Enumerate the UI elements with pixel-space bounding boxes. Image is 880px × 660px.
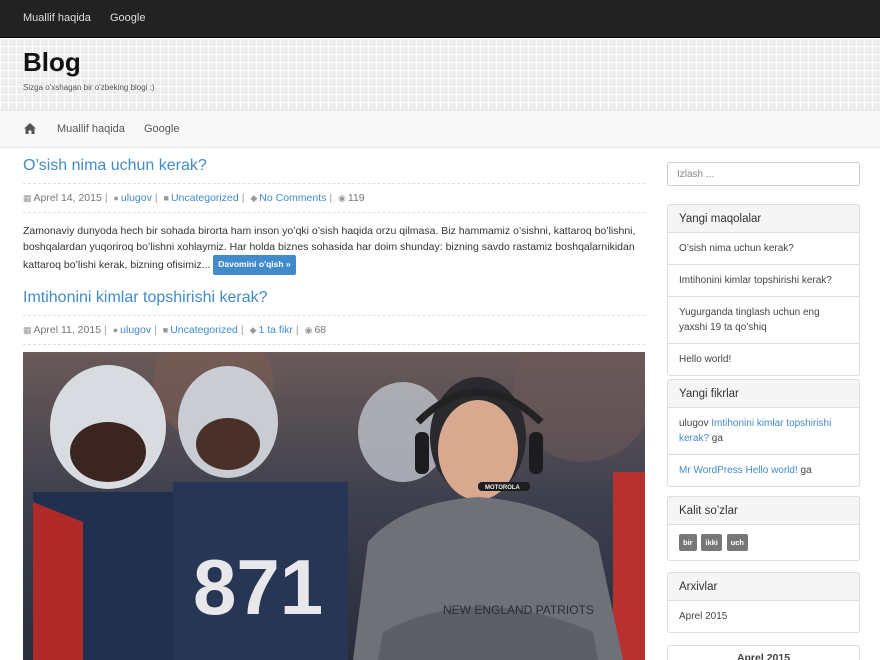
eye-icon: ◉	[338, 193, 346, 203]
post-author-link[interactable]: ulugov	[120, 324, 151, 336]
post-date: Aprel 14, 2015	[33, 192, 102, 204]
comment-suffix: ga	[711, 433, 723, 444]
user-icon: ●	[112, 325, 119, 335]
widget-title: Yangi maqolalar	[668, 205, 859, 233]
comment-post-link[interactable]: Hello world!	[746, 465, 798, 476]
topnav-link-author[interactable]: Muallif haqida	[23, 12, 91, 24]
svg-text:NEW ENGLAND PATRIOTS: NEW ENGLAND PATRIOTS	[443, 603, 594, 617]
post-views: 68	[314, 324, 327, 336]
archives-widget: Arxivlar Aprel 2015	[667, 572, 860, 633]
calendar-month: Aprel 2015	[736, 652, 791, 660]
home-icon[interactable]	[24, 123, 36, 134]
tag-link[interactable]: bir	[679, 534, 697, 551]
recent-post-link[interactable]: O’sish nima uchun kerak?	[679, 243, 794, 254]
calendar-icon: ▦	[23, 325, 32, 335]
post-title[interactable]: Imtihonini kimlar topshirishi kerak?	[23, 289, 268, 307]
post-author-link[interactable]: ulugov	[121, 192, 152, 204]
post-excerpt: Zamonaviy dunyoda hech bir sohada birort…	[23, 224, 648, 275]
widget-title: Arxivlar	[668, 573, 859, 601]
post-meta: ▦ Aprel 11, 2015 | ● ulugov | ■ Uncategorized…	[23, 315, 645, 345]
comment-suffix: ga	[800, 465, 812, 476]
post-meta: ▦ Aprel 14, 2015 | ● ulugov | ■ Uncategorized…	[23, 183, 645, 213]
post-date: Aprel 11, 2015	[33, 324, 102, 336]
tag-link[interactable]: uch	[726, 534, 749, 551]
comment-icon: ◆	[249, 325, 257, 335]
top-navbar: Muallif haqida Google	[0, 0, 880, 38]
comment-item: Mr WordPress Hello world! ga	[668, 455, 859, 486]
topnav-link-google[interactable]: Google	[110, 12, 145, 24]
post-views: 119	[347, 192, 365, 204]
post-comments-link[interactable]: 1 ta fikr	[258, 324, 292, 336]
tags-widget: Kalit so’zlar bir ikki uch	[667, 496, 860, 561]
main-navbar: Muallif haqida Google	[0, 110, 880, 148]
user-icon: ●	[113, 193, 119, 203]
calendar-icon: ▦	[23, 193, 32, 203]
site-header: Blog Sizga o'xshagan bir o'zbeking blogi…	[0, 38, 880, 110]
comment-author: ulugov	[679, 418, 709, 429]
mainnav-link-google[interactable]: Google	[144, 123, 179, 135]
folder-icon: ■	[163, 193, 169, 203]
recent-post-link[interactable]: Imtihonini kimlar topshirishi kerak?	[679, 275, 832, 286]
archive-link[interactable]: Aprel 2015	[679, 611, 727, 622]
comment-item: ulugov Imtihonini kimlar topshirishi ker…	[668, 408, 859, 455]
post-comments-link[interactable]: No Comments	[259, 192, 326, 204]
site-title[interactable]: Blog	[23, 47, 81, 78]
recent-post-link[interactable]: Yugurganda tinglash uchun eng yaxshi 19 …	[679, 307, 820, 333]
comment-author-link[interactable]: Mr WordPress	[679, 465, 743, 476]
post-excerpt-text: Zamonaviy dunyoda hech bir sohada birort…	[23, 225, 636, 271]
post-title[interactable]: O’sish nima uchun kerak?	[23, 157, 207, 175]
post-featured-image[interactable]: 871 MOTOROLA NEW ENGLAND PATRIOTS	[23, 352, 645, 660]
post-category-link[interactable]: Uncategorized	[170, 324, 238, 336]
widget-title: Kalit so’zlar	[668, 497, 859, 525]
read-more-button[interactable]: Davomini o'qish »	[213, 255, 296, 275]
site-tagline: Sizga o'xshagan bir o'zbeking blogi :)	[23, 83, 155, 92]
calendar-widget: Aprel 2015	[667, 645, 860, 660]
mainnav-link-author[interactable]: Muallif haqida	[57, 123, 125, 135]
post-category-link[interactable]: Uncategorized	[171, 192, 239, 204]
search-input[interactable]	[667, 162, 860, 186]
eye-icon: ◉	[304, 325, 313, 335]
widget-title: Yangi fikrlar	[668, 380, 859, 408]
svg-text:871: 871	[193, 543, 323, 631]
recent-comments-widget: Yangi fikrlar ulugov Imtihonini kimlar t…	[667, 379, 860, 487]
folder-icon: ■	[162, 325, 169, 335]
recent-posts-widget: Yangi maqolalar O’sish nima uchun kerak?…	[667, 204, 860, 376]
recent-post-link[interactable]: Hello world!	[679, 354, 731, 365]
tag-link[interactable]: ikki	[701, 534, 722, 551]
comment-icon: ◆	[250, 193, 258, 203]
svg-text:MOTOROLA: MOTOROLA	[485, 485, 521, 491]
